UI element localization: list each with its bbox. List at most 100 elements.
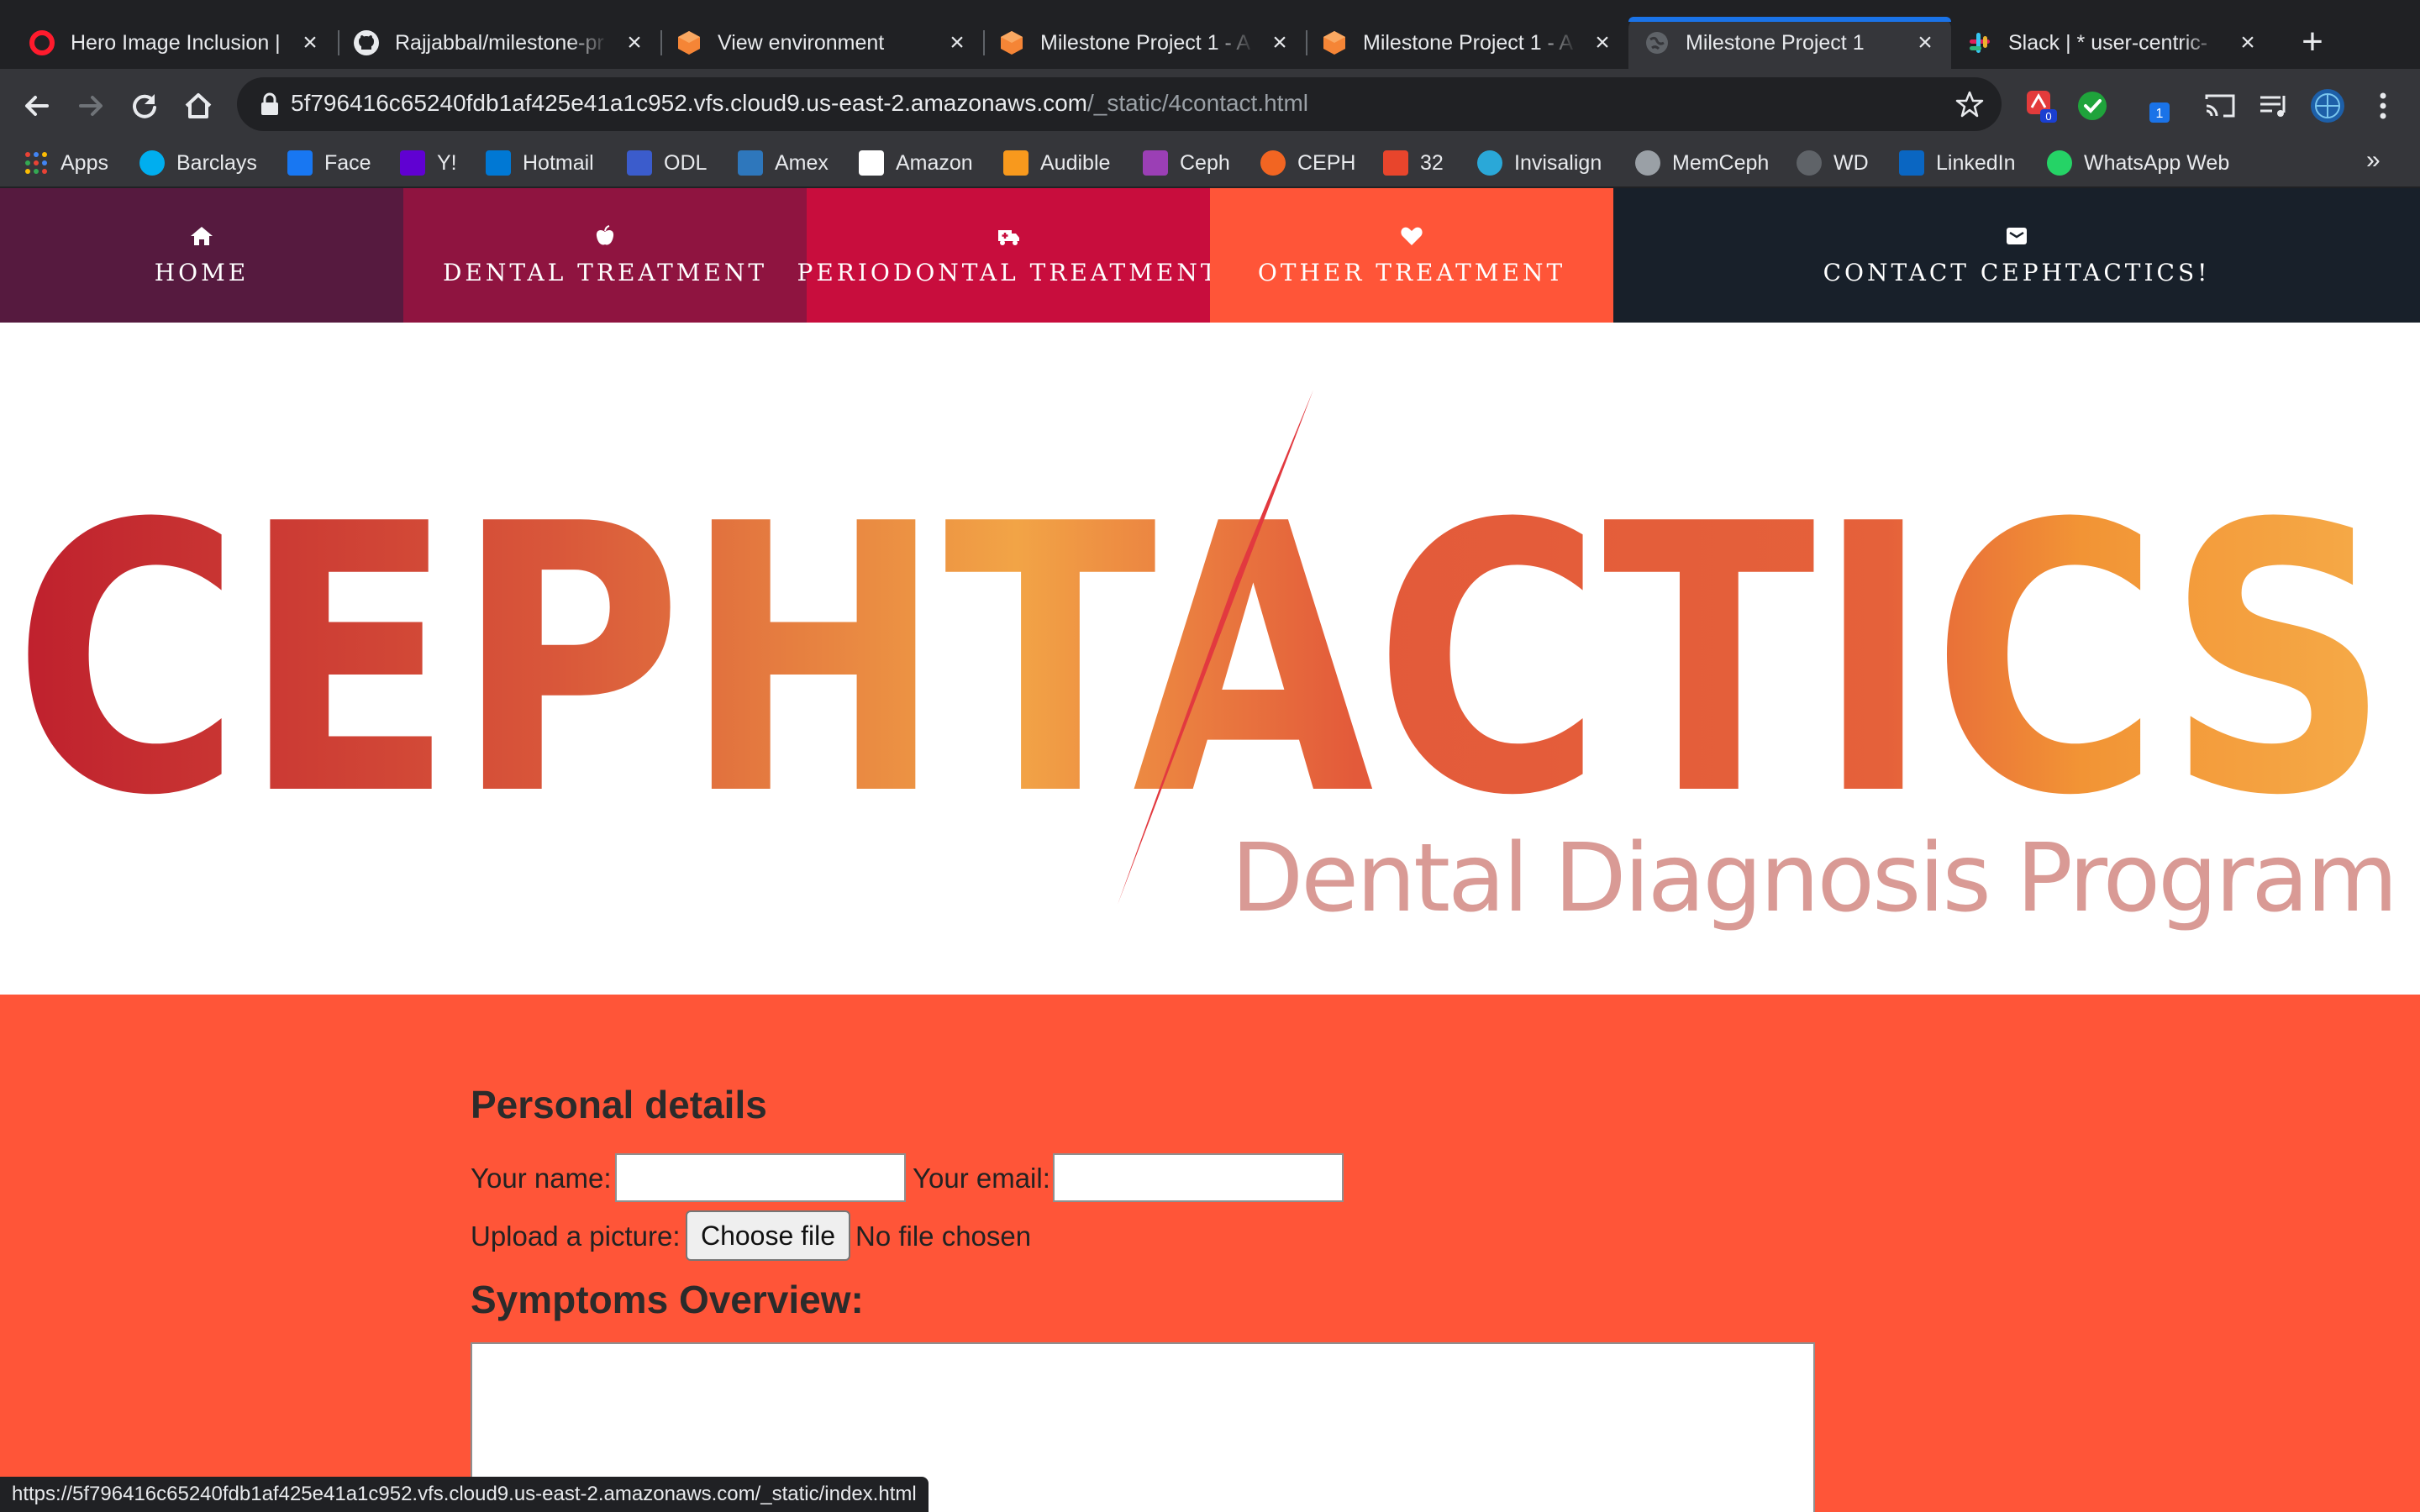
bookmark-label: Y! xyxy=(437,150,457,175)
logo-tagline: Dental Diagnosis Program xyxy=(1231,824,2396,933)
bookmark-whatsapp[interactable]: WhatsApp Web xyxy=(2047,146,2229,180)
new-tab-button[interactable]: + xyxy=(2296,24,2329,60)
tab-title: View environment xyxy=(718,31,885,55)
bookmark-label: WD xyxy=(1833,150,1869,175)
tab-view-environment[interactable]: View environment × xyxy=(660,17,983,69)
site-navbar: Home Dental Treatment Periodontal Treatm… xyxy=(0,188,2420,323)
close-icon[interactable]: × xyxy=(622,30,647,55)
nav-other-treatment[interactable]: Other Treatment xyxy=(1210,188,1613,323)
aws-cube-icon xyxy=(1001,31,1023,55)
bookmark-label: WhatsApp Web xyxy=(2084,150,2230,175)
tab-title: Hero Image Inclusion | xyxy=(71,31,281,55)
ceph-icon xyxy=(1143,150,1168,176)
barclays-eagle-icon xyxy=(139,150,165,176)
bookmark-label: CEPH xyxy=(1297,150,1356,175)
nav-periodontal-treatment[interactable]: Periodontal Treatment xyxy=(797,188,1217,323)
bookmark-label: Ceph xyxy=(1180,150,1230,175)
tab-milestone-active[interactable]: Milestone Project 1 × xyxy=(1628,17,1951,69)
tab-milestone-a1[interactable]: Milestone Project 1 - A × xyxy=(983,17,1306,69)
close-icon[interactable]: × xyxy=(1590,30,1615,55)
media-queue-icon[interactable] xyxy=(2255,87,2292,124)
bookmarks-bar: Apps Barclays Face Y! Hotmail ODL Amex A… xyxy=(0,139,2420,188)
extension-badge: 0 xyxy=(2045,110,2051,123)
whatsapp-icon xyxy=(2047,150,2072,176)
bookmark-star-icon[interactable] xyxy=(1954,89,1985,119)
close-icon[interactable]: × xyxy=(2235,30,2260,55)
mail-icon xyxy=(627,150,652,176)
aws-cube-icon xyxy=(1323,31,1345,55)
nav-dental-treatment[interactable]: Dental Treatment xyxy=(403,188,807,323)
upload-label: Upload a picture: xyxy=(471,1221,681,1252)
extension-badge: 1 xyxy=(2156,107,2164,121)
bookmark-label: LinkedIn xyxy=(1936,150,2016,175)
symptoms-overview-heading: Symptoms Overview: xyxy=(471,1278,864,1321)
check-extension-icon[interactable] xyxy=(2074,87,2111,124)
bookmark-apps[interactable]: Apps xyxy=(24,146,108,180)
bookmark-barclays[interactable]: Barclays xyxy=(139,146,257,180)
close-icon[interactable]: × xyxy=(297,30,323,55)
tab-title: Slack | * user-centric- xyxy=(2008,31,2208,55)
back-arrow-icon[interactable] xyxy=(17,86,57,126)
close-icon[interactable]: × xyxy=(1267,30,1292,55)
bookmarks-overflow-chevron-icon[interactable]: » xyxy=(2366,146,2381,175)
opera-icon xyxy=(29,30,55,55)
bookmark-hotmail[interactable]: Hotmail xyxy=(486,146,594,180)
home-icon xyxy=(191,226,213,245)
extension-icon[interactable]: 0 xyxy=(2023,87,2060,124)
bookmark-yahoo[interactable]: Y! xyxy=(400,146,457,180)
tab-slack[interactable]: Slack | * user-centric- × xyxy=(1951,17,2274,69)
audible-icon xyxy=(1003,150,1028,176)
bookmark-label: Amazon xyxy=(896,150,973,175)
bookmark-label: Amex xyxy=(775,150,829,175)
profile-avatar-icon[interactable] xyxy=(2309,87,2346,124)
cast-icon[interactable] xyxy=(2202,87,2238,124)
email-input[interactable] xyxy=(1053,1153,1344,1202)
bookmark-32[interactable]: 32 xyxy=(1383,146,1444,180)
url-path: /_static/4contact.html xyxy=(1087,90,1309,116)
choose-file-button[interactable]: Choose file xyxy=(686,1210,850,1261)
globe-icon xyxy=(1635,150,1660,176)
bookmark-linkedin[interactable]: LinkedIn xyxy=(1899,146,2016,180)
bookmark-audible[interactable]: Audible xyxy=(1003,146,1110,180)
reload-icon[interactable] xyxy=(124,86,165,126)
forward-arrow-icon[interactable] xyxy=(71,86,111,126)
url-text: 5f796416c65240fdb1af425e41a1c952.vfs.clo… xyxy=(291,88,1308,118)
bookmark-label: Face xyxy=(324,150,371,175)
bookmark-label: Hotmail xyxy=(523,150,594,175)
bookmark-label: 32 xyxy=(1420,150,1444,175)
close-icon[interactable]: × xyxy=(1912,30,1938,55)
close-icon[interactable]: × xyxy=(944,30,970,55)
bookmark-wd[interactable]: WD xyxy=(1797,146,1869,180)
amazon-icon xyxy=(859,150,884,176)
tab-hero-image[interactable]: Hero Image Inclusion | × xyxy=(13,17,336,69)
address-bar[interactable]: 5f796416c65240fdb1af425e41a1c952.vfs.clo… xyxy=(237,77,2002,131)
bookmark-amazon[interactable]: Amazon xyxy=(859,146,973,180)
nav-contact[interactable]: Contact Cephtactics! xyxy=(1613,188,2420,323)
nav-label: Other Treatment xyxy=(1257,258,1566,286)
globe-icon xyxy=(1646,32,1668,54)
bookmark-facebook[interactable]: Face xyxy=(287,146,371,180)
bookmark-invisalign[interactable]: Invisalign xyxy=(1477,146,1602,180)
nav-label: Dental Treatment xyxy=(442,258,768,286)
bookmark-label: Audible xyxy=(1040,150,1111,175)
name-input[interactable] xyxy=(615,1153,906,1202)
home-icon[interactable] xyxy=(178,86,218,126)
file-status-text: No file chosen xyxy=(855,1221,1032,1252)
bookmark-ceph[interactable]: Ceph xyxy=(1143,146,1230,180)
bookmark-amex[interactable]: Amex xyxy=(738,146,829,180)
badge-extension-icon[interactable]: 1 xyxy=(2143,87,2180,124)
tab-github[interactable]: Rajjabbal/milestone-pr × xyxy=(338,17,660,69)
bookmark-odl[interactable]: ODL xyxy=(627,146,707,180)
envelope-icon xyxy=(2007,227,2027,244)
email-label: Your email: xyxy=(913,1163,1050,1194)
bookmark-label: Invisalign xyxy=(1514,150,1602,175)
amex-icon xyxy=(738,150,763,176)
outlook-icon xyxy=(486,150,511,176)
browser-toolbar: 5f796416c65240fdb1af425e41a1c952.vfs.clo… xyxy=(0,69,2420,139)
menu-kebab-icon[interactable] xyxy=(2365,87,2402,124)
nav-home[interactable]: Home xyxy=(0,188,403,323)
bookmark-memceph[interactable]: MemCeph xyxy=(1635,146,1769,180)
bookmark-ceph-caps[interactable]: CEPH xyxy=(1260,146,1355,180)
bookmark-label: ODL xyxy=(664,150,708,175)
tab-milestone-a2[interactable]: Milestone Project 1 - A × xyxy=(1306,17,1628,69)
